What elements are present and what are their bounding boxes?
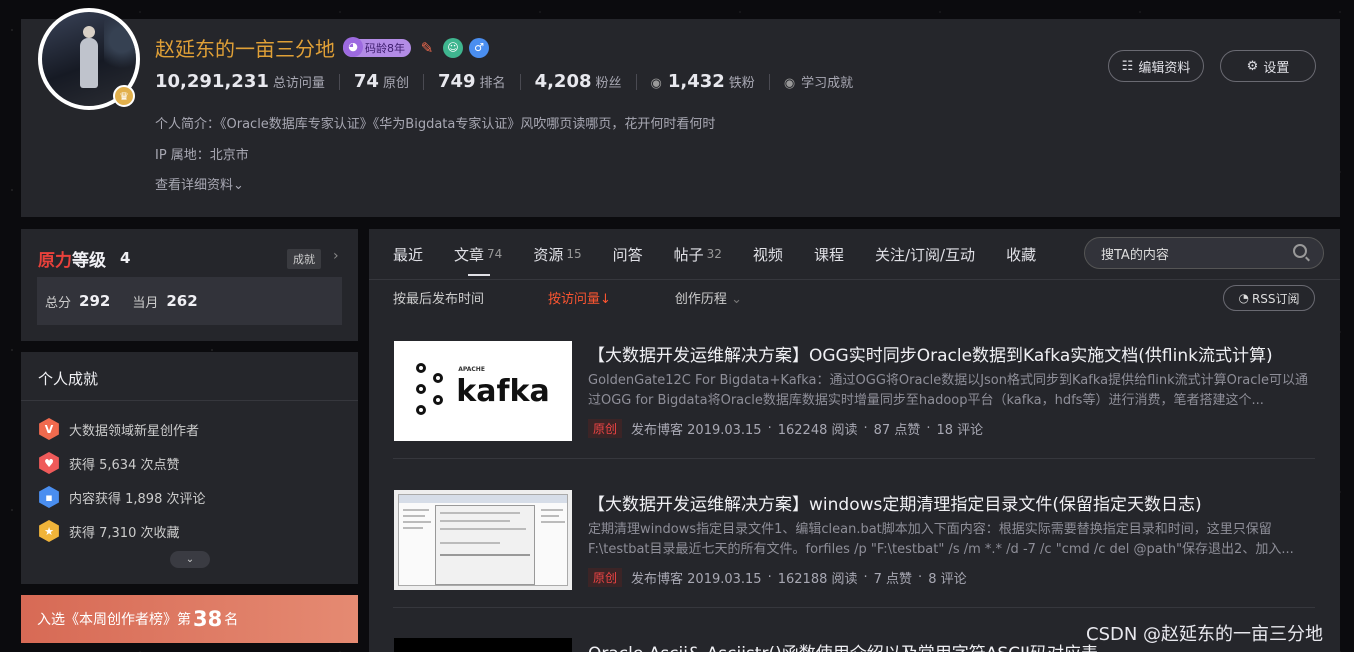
- screenshot-thumbnail: [394, 490, 572, 590]
- rss-subscribe-button[interactable]: ◔ RSS订阅: [1223, 285, 1315, 311]
- tab-favorites[interactable]: 收藏: [1006, 229, 1036, 279]
- tab-qa[interactable]: 问答: [613, 229, 643, 279]
- search-input[interactable]: 搜TA的内容: [1084, 237, 1324, 269]
- csdn-watermark: CSDN @赵延东的一亩三分地: [1086, 624, 1324, 645]
- chevron-right-icon[interactable]: ›: [333, 248, 339, 264]
- male-icon[interactable]: ♂: [469, 37, 489, 58]
- stats-row: 10,291,231 总访问量 74 原创 749 排名 4,208 粉丝 ◉ 1,432…: [155, 71, 853, 92]
- edit-icon: ☷: [1121, 58, 1134, 74]
- article-title[interactable]: 【大数据开发运维解决方案】OGG实时同步Oracle数据到Kafka实施文档(供…: [588, 341, 1273, 366]
- star-badge-icon: ★: [39, 520, 59, 542]
- kafka-logo: APACHE kafka: [394, 341, 572, 441]
- level-panel: 原力等级 4 成就 › 总分 292 当月 262: [21, 229, 358, 341]
- tab-courses[interactable]: 课程: [814, 229, 844, 279]
- article-thumbnail[interactable]: APACHE kafka: [394, 341, 572, 441]
- article-thumbnail[interactable]: [394, 638, 572, 652]
- sort-bar: 按最后发布时间 按访问量↓ 创作历程 ⌄: [393, 287, 806, 307]
- tab-articles[interactable]: 文章 74: [454, 229, 502, 279]
- crown-icon: ♛: [113, 85, 135, 107]
- edit-profile-button[interactable]: ☷ 编辑资料: [1108, 50, 1204, 82]
- article-meta: 原创 发布博客 2019.03.15 · 162248 阅读 · 87 点赞 · 18…: [588, 419, 983, 438]
- sort-by-views[interactable]: 按访问量↓: [548, 288, 611, 307]
- achievements-title: 个人成就: [38, 370, 99, 388]
- level-value: 4: [120, 249, 131, 267]
- chevron-down-icon: ⌄: [233, 178, 244, 193]
- stat-rank[interactable]: 749 排名: [438, 71, 506, 92]
- eye-icon: ◉: [783, 76, 796, 91]
- article-title[interactable]: 【大数据开发运维解决方案】windows定期清理指定目录文件(保留指定天数日志): [588, 490, 1202, 515]
- comment-badge-icon: ▪: [39, 486, 59, 508]
- rank-number: 38: [193, 607, 223, 631]
- original-tag: 原创: [588, 568, 623, 587]
- rss-icon: ◔: [1238, 291, 1249, 305]
- stat-total-views[interactable]: 10,291,231 总访问量: [155, 71, 325, 92]
- settings-button[interactable]: ⚙ 设置: [1220, 50, 1316, 82]
- month-score: 262: [166, 292, 198, 310]
- study-achievement-link[interactable]: ◉ 学习成就: [784, 72, 853, 91]
- score-box: 总分 292 当月 262: [37, 277, 342, 325]
- article-title[interactable]: Oracle Ascii& Asciistr()函数使用介绍以及常用字符ASCI…: [588, 639, 1098, 652]
- article-thumbnail[interactable]: [394, 490, 572, 590]
- cat-icon: ◕: [343, 36, 363, 57]
- achievement-item: ★ 获得 7,310 次收藏: [38, 520, 179, 542]
- profile-header: ♛ 赵延东的一亩三分地 ◕ 码龄8年 ✎ ☺ ♂ 10,291,231 总访问量 7…: [21, 8, 1340, 217]
- article-item[interactable]: APACHE kafka 【大数据开发运维解决方案】OGG实时同步Oracle数据…: [393, 319, 1315, 459]
- user-name[interactable]: 赵延东的一亩三分地: [155, 33, 335, 62]
- original-tag: 原创: [588, 419, 623, 438]
- weekly-rank-banner[interactable]: 入选《本周创作者榜》第 38 名: [21, 595, 358, 643]
- expand-achievements-button[interactable]: ⌄: [170, 551, 210, 568]
- achievement-item: ▪ 内容获得 1,898 次评论: [38, 486, 205, 508]
- ip-location: IP 属地：北京市: [155, 148, 249, 163]
- stat-original[interactable]: 74 原创: [354, 71, 409, 92]
- tab-videos[interactable]: 视频: [753, 229, 783, 279]
- achievement-tag[interactable]: 成就: [287, 249, 321, 269]
- achievement-item: ♥ 获得 5,634 次点赞: [38, 452, 179, 474]
- eye-icon: ◉: [650, 76, 662, 91]
- achievement-item: V 大数据领域新星创作者: [38, 418, 199, 440]
- chevron-down-icon: ⌄: [731, 291, 742, 307]
- sort-by-time[interactable]: 按最后发布时间: [393, 288, 484, 307]
- code-age-label: 码龄8年: [365, 41, 405, 55]
- kafka-logo-icon: [416, 363, 450, 419]
- search-icon[interactable]: [1293, 244, 1307, 258]
- profile-intro: 个人简介：《Oracle数据库专家认证》《华为Bigdata专家认证》风吹哪页读…: [155, 117, 716, 132]
- tab-recent[interactable]: 最近: [393, 229, 423, 279]
- gear-icon: ⚙: [1246, 58, 1259, 74]
- article-description: 定期清理windows指定目录文件1、编辑clean.bat脚本加入下面内容：根…: [588, 522, 1294, 557]
- content-tabs: 最近 文章 74 资源 15 问答 帖子 32 视频 课程 关注/订阅/互动 收藏: [393, 229, 1067, 279]
- main-content: 最近 文章 74 资源 15 问答 帖子 32 视频 课程 关注/订阅/互动 收藏 搜…: [369, 229, 1340, 652]
- chevron-down-icon: ⌄: [185, 554, 195, 565]
- achievements-panel: 个人成就 V 大数据领域新星创作者 ♥ 获得 5,634 次点赞 ▪ 内容获得 …: [21, 352, 358, 584]
- tab-follow[interactable]: 关注/订阅/互动: [875, 229, 975, 279]
- stat-iron-fans[interactable]: ◉ 1,432 铁粉: [651, 71, 755, 92]
- like-icon[interactable]: ✎: [417, 38, 437, 58]
- article-meta: 原创 发布博客 2019.03.15 · 162188 阅读 · 7 点赞 · 8 评…: [588, 568, 967, 587]
- code-age-badge: ◕ 码龄8年: [343, 36, 411, 57]
- article-item[interactable]: 【大数据开发运维解决方案】windows定期清理指定目录文件(保留指定天数日志)…: [393, 468, 1315, 608]
- article-description: GoldenGate12C For Bigdata+Kafka：通过OGG将Or…: [588, 373, 1308, 408]
- creation-history-dropdown[interactable]: 创作历程 ⌄: [675, 288, 742, 307]
- person-icon[interactable]: ☺: [443, 37, 463, 58]
- stat-fans[interactable]: 4,208 粉丝: [535, 71, 622, 92]
- view-details-link[interactable]: 查看详细资料⌄: [155, 174, 244, 193]
- level-title: 原力等级: [38, 251, 106, 271]
- total-score: 292: [79, 292, 111, 310]
- new-star-creator-icon: V: [39, 418, 59, 440]
- tab-resources[interactable]: 资源 15: [533, 229, 581, 279]
- like-badge-icon: ♥: [39, 452, 59, 474]
- tab-posts[interactable]: 帖子 32: [674, 229, 722, 279]
